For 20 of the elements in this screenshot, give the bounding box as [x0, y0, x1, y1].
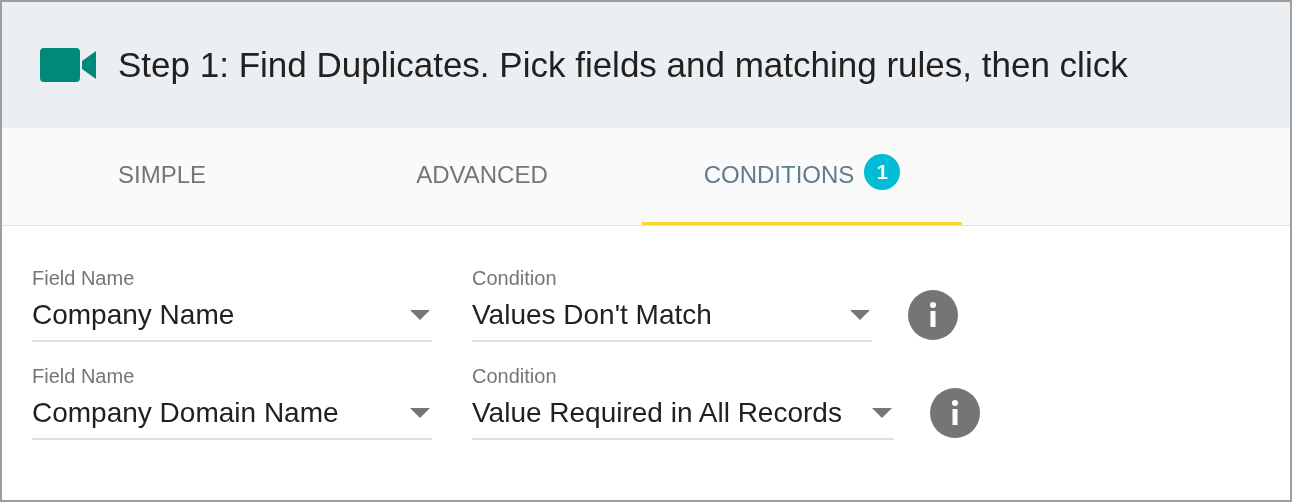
info-icon[interactable]: [929, 388, 980, 438]
select-field[interactable]: Value Required in All Records: [472, 388, 894, 440]
field-label: Field Name: [32, 364, 136, 388]
tab[interactable]: SIMPLE: [2, 128, 322, 225]
video-camera-icon: [40, 48, 96, 82]
field-label: Condition: [472, 364, 558, 388]
field-label: Field Name: [32, 266, 136, 290]
tab[interactable]: CONDITIONS 1: [642, 128, 962, 225]
caret-icon: [871, 408, 892, 418]
tab[interactable]: ADVANCED: [322, 128, 642, 225]
select-field[interactable]: Values Don't Match: [472, 290, 872, 342]
select-field[interactable]: Company Domain Name: [32, 388, 432, 440]
step-title: Step 1: Find Duplicates. Pick fields and matching rules, then click: [118, 43, 1128, 86]
caret-icon: [410, 310, 430, 320]
count-badge: 1: [864, 154, 901, 190]
info-icon[interactable]: [908, 290, 958, 340]
field-label: Condition: [472, 266, 558, 290]
caret-icon: [410, 408, 430, 418]
select-field[interactable]: Company Name: [32, 290, 432, 342]
caret-icon: [850, 310, 870, 320]
